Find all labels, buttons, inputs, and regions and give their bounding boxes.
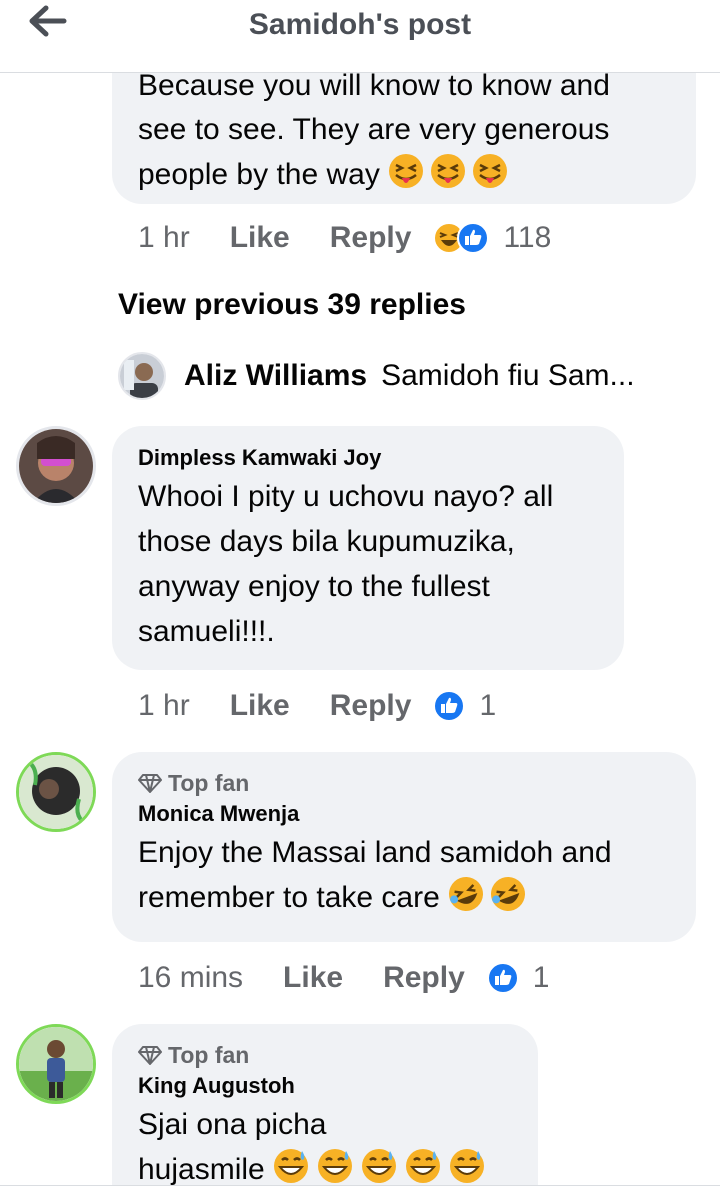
comment-bubble[interactable]: Top fan King Augustoh Sjai ona picha huj… [112,1024,538,1195]
top-fan-label: Top fan [168,770,250,796]
comment-timestamp: 16 mins [138,961,244,994]
comment-timestamp: 1 hr [138,689,190,722]
reaction-count: 1 [532,961,550,994]
top-fan-badge: Top fan [138,768,670,798]
rolling-laughing-emoji [448,875,532,926]
reply-preview[interactable]: Aliz Williams Samidoh fiu Sam... [118,352,635,400]
comment-text-line: anyway enjoy to the fullest [138,570,490,603]
comment-bubble[interactable]: Top fan Monica Mwenja Enjoy the Massai l… [112,752,696,942]
comment-bubble[interactable]: Dimpless Kamwaki Joy Whooi I pity u ucho… [112,426,624,670]
comment-author[interactable]: Monica Mwenja [138,798,670,830]
like-button[interactable]: Like [230,689,290,723]
bottom-edge [0,1185,720,1196]
thumbs-up-icon [486,962,519,994]
reply-button[interactable]: Reply [330,221,412,255]
reaction-summary[interactable] [433,690,466,722]
page-title: Samidoh's post [248,8,472,41]
reply-button[interactable]: Reply [383,961,465,995]
comment-text: hujasmile [138,1153,265,1186]
comment-text-line: Because you will know to know and [138,72,610,102]
comment-author[interactable]: King Augustoh [138,1070,512,1102]
avatar[interactable] [16,426,96,506]
comment-text-line: people by the way [138,152,670,203]
comment-timestamp: 1 hr [138,221,190,254]
comment-actions: 16 mins Like Reply 1 [138,958,549,998]
diamond-icon [138,1046,162,1065]
reaction-count: 1 [479,689,497,722]
comment-text-line: remember to take care [138,875,670,926]
thumbs-up-icon [433,690,466,722]
reaction-summary[interactable] [433,222,490,254]
comment-bubble[interactable]: Because you will know to know and see to… [112,72,696,204]
comments-thread: Because you will know to know and see to… [0,72,720,1195]
comment-text: remember to take care [138,881,440,914]
view-previous-replies-link[interactable]: View previous 39 replies [118,288,466,322]
diamond-icon [138,774,162,793]
avatar[interactable] [16,752,96,832]
thumbs-up-icon [457,222,490,254]
comment-actions: 1 hr Like Reply 118 [138,218,551,258]
comment-text-line: those days bila kupumuzika, [138,525,515,558]
like-button[interactable]: Like [283,961,343,995]
comment-author[interactable]: Dimpless Kamwaki Joy [138,442,598,474]
reply-button[interactable]: Reply [330,689,412,723]
squinting-tongue-emoji [388,152,508,203]
comment-text-line: Sjai ona picha [138,1108,327,1141]
avatar[interactable] [16,1024,96,1104]
comment-text: people by the way [138,158,380,191]
reply-snippet: Samidoh fiu Sam... [381,359,635,392]
avatar [118,352,166,400]
like-button[interactable]: Like [230,221,290,255]
top-bar: Samidoh's post [0,0,720,73]
comment-text-line: see to see. They are very generous [138,113,610,146]
comment-text-line: Whooi I pity u uchovu nayo? all [138,480,554,513]
comment-text-line: Enjoy the Massai land samidoh and [138,836,612,869]
reaction-count: 118 [503,221,552,254]
comment-actions: 1 hr Like Reply 1 [138,686,496,726]
comment-text-line: samueli!!!. [138,615,275,648]
reaction-summary[interactable] [486,962,519,994]
top-fan-label: Top fan [168,1042,250,1068]
reply-author: Aliz Williams [184,359,368,392]
top-fan-badge: Top fan [138,1040,512,1070]
